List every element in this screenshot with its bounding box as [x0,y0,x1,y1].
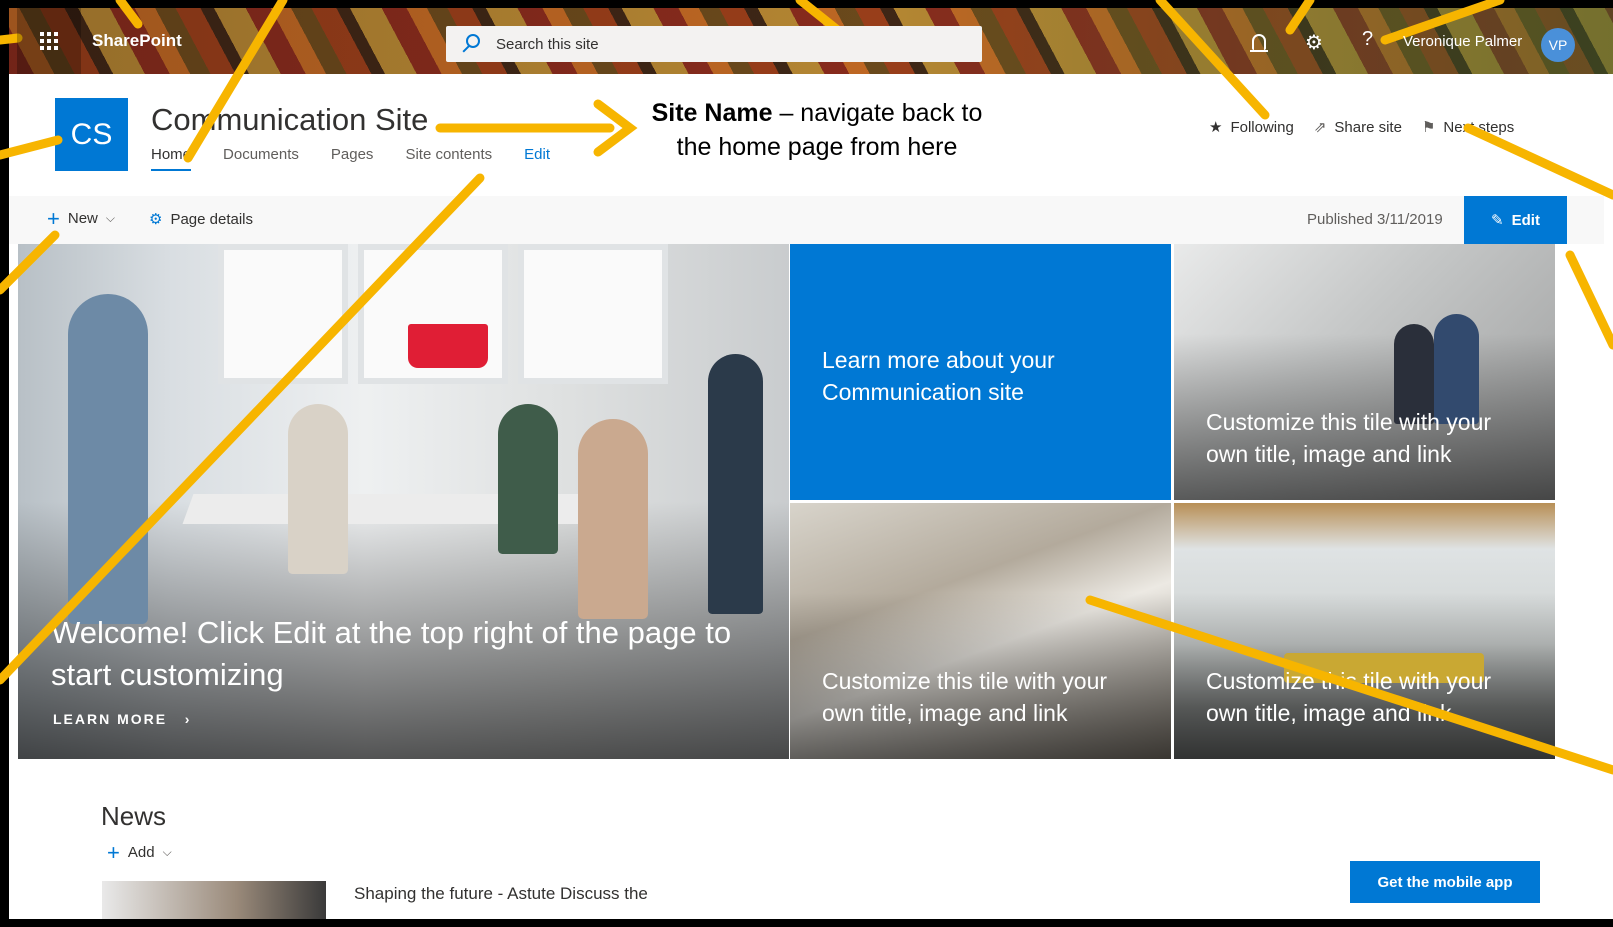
site-logo[interactable]: CS [55,98,128,171]
plus-icon: + [107,839,120,865]
star-icon: ★ [1209,119,1223,136]
hero-tile[interactable]: Customize this tile with your own title,… [1174,503,1555,759]
chevron-down-icon: ⌵ [162,845,172,859]
page-details-label: Page details [170,210,254,228]
search-box[interactable]: Search this site [446,26,982,62]
site-nav: Home Documents Pages Site contents Edit [151,146,550,171]
annotation-callout: Site Name – navigate back to the home pa… [637,96,997,164]
news-add-label: Add [127,844,155,861]
tile-title: Customize this tile with your own title,… [1206,668,1492,726]
brand-link[interactable]: SharePoint [92,31,182,51]
plus-icon: + [47,205,60,231]
annotation-bold: Site Name [651,99,773,127]
news-thumbnail[interactable] [102,881,326,919]
next-steps-button[interactable]: ⚑ Next steps [1421,118,1515,137]
person-image [578,419,648,619]
hero-tile[interactable]: Customize this tile with your own title,… [1174,244,1555,500]
nav-item-pages[interactable]: Pages [331,146,374,171]
chevron-down-icon: ⌵ [105,211,115,225]
next-steps-label: Next steps [1443,118,1515,136]
search-input[interactable]: Search this site [496,36,599,53]
nav-edit-link[interactable]: Edit [524,146,550,171]
news-headline[interactable]: Shaping the future - Astute Discuss the [354,884,648,904]
gear-icon[interactable]: ⚙ [1305,30,1323,55]
new-label: New [67,210,98,227]
person-image [288,404,348,574]
get-mobile-app-button[interactable]: Get the mobile app [1350,861,1540,903]
person-image [498,404,558,554]
tile-title: Learn more about your Communication site [822,347,1055,405]
person-image [708,354,763,614]
hero-title: Welcome! Click Edit at the top right of … [51,615,732,692]
site-title[interactable]: Communication Site [151,102,428,138]
search-icon [466,34,480,48]
person-image [68,294,148,624]
next-steps-icon: ⚑ [1421,119,1436,136]
tile-title: Customize this tile with your own title,… [822,668,1108,726]
window-image [218,244,348,384]
hero-tile[interactable]: Customize this tile with your own title,… [790,503,1171,759]
nav-item-home[interactable]: Home [151,146,192,171]
command-bar: + New ⌵ ⚙ Page details Published 3/11/20… [9,196,1604,244]
learn-more-link[interactable]: LEARN MORE › [53,711,191,727]
pencil-icon: ✎ [1491,212,1504,229]
edit-button[interactable]: ✎ Edit [1464,196,1567,244]
share-site-label: Share site [1334,118,1402,136]
share-icon: ⇗ [1313,119,1327,136]
news-heading: News [101,801,167,831]
avatar[interactable]: VP [1541,28,1575,62]
hero-main-tile[interactable]: Welcome! Click Edit at the top right of … [18,244,789,759]
following-button[interactable]: ★ Following [1209,118,1294,137]
chevron-right-icon: › [173,711,192,727]
gear-icon: ⚙ [149,211,163,228]
nav-item-site-contents[interactable]: Site contents [405,146,492,171]
new-button[interactable]: + New ⌵ [47,205,115,231]
window-image [518,244,668,384]
share-site-button[interactable]: ⇗ Share site [1313,118,1402,137]
browser-frame: SharePoint Search this site ⚙ ? Veroniqu… [9,8,1613,919]
hero-tile-blue[interactable]: Learn more about your Communication site [790,244,1171,500]
bell-icon[interactable] [1250,34,1268,52]
published-status: Published 3/11/2019 [1307,211,1443,228]
tile-title: Customize this tile with your own title,… [1206,409,1492,467]
help-icon[interactable]: ? [1362,28,1373,51]
news-add-button[interactable]: + Add ⌵ [107,839,172,865]
lamp-image [408,324,488,368]
edit-label: Edit [1511,211,1540,229]
following-label: Following [1230,118,1294,136]
page-details-button[interactable]: ⚙ Page details [149,210,254,229]
learn-more-label: LEARN MORE [53,711,168,727]
user-name[interactable]: Veronique Palmer [1403,33,1522,50]
waffle-icon[interactable] [17,8,81,74]
header-actions: ★ Following ⇗ Share site ⚑ Next steps [1209,118,1515,137]
nav-item-documents[interactable]: Documents [223,146,299,171]
